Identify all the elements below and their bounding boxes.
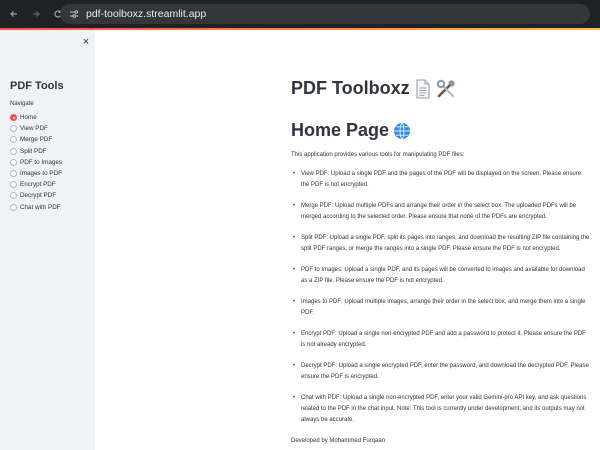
radio-selected-icon[interactable] <box>10 114 17 122</box>
intro-text: This application provides various tools … <box>291 152 465 158</box>
list-item: Images to PDF: Upload multiple images, a… <box>291 297 591 319</box>
radio-label[interactable]: Merge PDF <box>20 136 52 143</box>
radio-label[interactable]: Split PDF <box>20 148 47 155</box>
radio-option-view-pdf[interactable]: View PDF <box>10 123 94 134</box>
address-bar[interactable]: pdf-toolboxz.streamlit.app <box>60 4 590 24</box>
page-title-text: PDF Toolboxz <box>291 78 410 98</box>
radio-unselected-icon[interactable] <box>10 125 17 133</box>
radio-label[interactable]: Decrypt PDF <box>20 192 56 199</box>
globe-icon <box>393 122 411 140</box>
radio-label[interactable]: Chat with PDF <box>20 204 61 211</box>
radio-unselected-icon[interactable] <box>10 181 17 189</box>
subtitle: Home Page <box>291 120 411 141</box>
close-sidebar-icon[interactable]: × <box>80 36 92 48</box>
tools-icon <box>436 79 456 99</box>
radio-option-chat-with-pdf[interactable]: Chat with PDF <box>10 202 94 213</box>
forward-arrow-icon[interactable] <box>28 6 44 22</box>
radio-option-images-to-pdf[interactable]: Images to PDF <box>10 168 94 179</box>
radio-label[interactable]: Images to PDF <box>20 170 62 177</box>
radio-unselected-icon[interactable] <box>10 147 17 155</box>
radio-option-merge-pdf[interactable]: Merge PDF <box>10 134 94 145</box>
radio-unselected-icon[interactable] <box>10 192 17 200</box>
radio-label[interactable]: PDF to Images <box>20 159 62 166</box>
radio-option-pdf-to-images[interactable]: PDF to Images <box>10 157 94 168</box>
developer-credit: Developed by Mohammed Furqaan <box>291 437 386 444</box>
description-body: This application provides various tools … <box>291 150 591 447</box>
subtitle-text: Home Page <box>291 120 390 140</box>
list-item: Merge PDF: Upload multiple PDFs and arra… <box>291 201 591 223</box>
page-icon <box>414 79 432 99</box>
sidebar: × PDF Tools Navigate Home View PDF Merge… <box>0 30 95 450</box>
radio-option-decrypt-pdf[interactable]: Decrypt PDF <box>10 190 94 201</box>
back-arrow-icon[interactable] <box>6 6 22 22</box>
radio-option-home[interactable]: Home <box>10 112 94 123</box>
radio-option-encrypt-pdf[interactable]: Encrypt PDF <box>10 179 94 190</box>
url-text[interactable]: pdf-toolboxz.streamlit.app <box>86 8 206 20</box>
list-item: Chat with PDF: Upload a single non-encry… <box>291 393 591 427</box>
page-title: PDF Toolboxz <box>291 78 456 99</box>
sidebar-title: PDF Tools <box>10 80 64 92</box>
radio-unselected-icon[interactable] <box>10 136 17 144</box>
list-item: Split PDF: Upload a single PDF, split it… <box>291 233 591 255</box>
list-item: View PDF: Upload a single PDF and the pa… <box>291 169 591 191</box>
navigation-radio-group: Home View PDF Merge PDF Split PDF PDF to… <box>10 112 94 213</box>
radio-label[interactable]: Home <box>20 114 37 121</box>
radio-label[interactable]: View PDF <box>20 125 48 132</box>
radio-label[interactable]: Encrypt PDF <box>20 181 56 188</box>
main-content: PDF Toolboxz Home Page This application … <box>95 30 600 450</box>
site-settings-icon[interactable] <box>68 8 80 20</box>
radio-unselected-icon[interactable] <box>10 158 17 166</box>
browser-toolbar: pdf-toolboxz.streamlit.app <box>0 0 600 28</box>
list-item: Decrypt PDF: Upload a single encrypted P… <box>291 361 591 383</box>
radio-unselected-icon[interactable] <box>10 203 17 211</box>
list-item: PDF to Images: Upload a single PDF, and … <box>291 265 591 287</box>
radio-option-split-pdf[interactable]: Split PDF <box>10 146 94 157</box>
tools-list: View PDF: Upload a single PDF and the pa… <box>291 169 591 426</box>
navigate-label: Navigate <box>10 101 34 107</box>
list-item: Encrypt PDF: Upload a single non-encrypt… <box>291 329 591 351</box>
radio-unselected-icon[interactable] <box>10 170 17 178</box>
